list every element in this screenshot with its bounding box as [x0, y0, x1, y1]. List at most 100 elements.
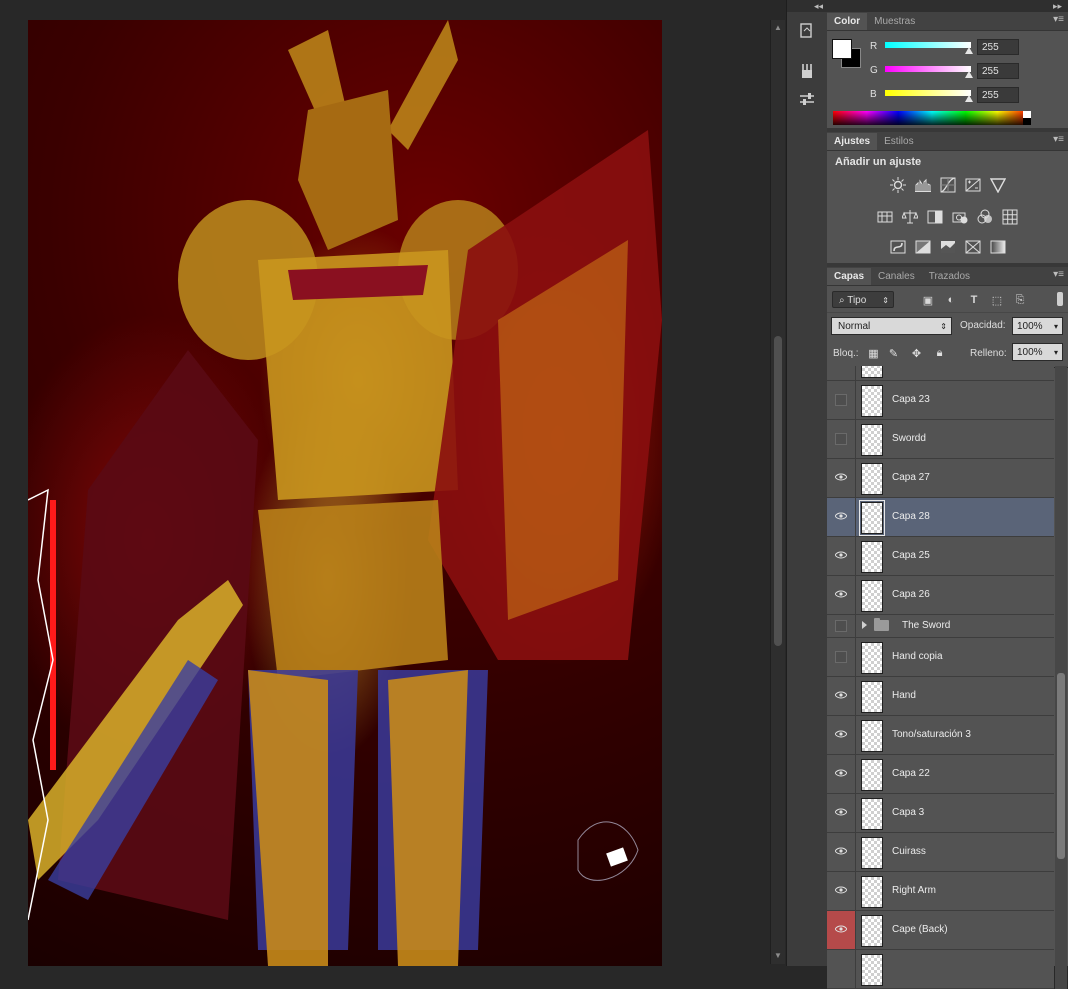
red-value-field[interactable]: 255: [977, 39, 1019, 55]
black-white-ramp[interactable]: [1023, 111, 1031, 125]
layer-row-partial[interactable]: [827, 366, 1054, 381]
color-spectrum-ramp[interactable]: [833, 111, 1031, 125]
visibility-toggle[interactable]: [827, 576, 856, 614]
fill-field[interactable]: 100% ▾: [1012, 343, 1063, 361]
channel-mixer-icon[interactable]: [975, 207, 995, 227]
layer-kind-filter[interactable]: ⌕ Tipo ⇕: [832, 291, 894, 308]
layers-scrollbar[interactable]: [1055, 366, 1067, 989]
layer-row[interactable]: Capa 26: [827, 576, 1054, 615]
layer-thumbnail[interactable]: [861, 759, 883, 791]
layer-row[interactable]: Capa 27: [827, 459, 1054, 498]
visibility-toggle[interactable]: [827, 755, 856, 793]
type-filter-icon[interactable]: T: [967, 293, 981, 307]
canvas-scroll-thumb[interactable]: [774, 336, 782, 646]
tab-paths[interactable]: Trazados: [922, 268, 977, 285]
layer-row[interactable]: Cuirass: [827, 833, 1054, 872]
visibility-toggle[interactable]: [827, 366, 856, 380]
visibility-toggle[interactable]: [827, 872, 856, 910]
filter-toggle-switch[interactable]: [1057, 292, 1063, 306]
layer-thumbnail[interactable]: [861, 915, 883, 947]
layer-row[interactable]: Hand: [827, 677, 1054, 716]
smart-object-filter-icon[interactable]: ⎘: [1013, 293, 1027, 307]
layer-group-row[interactable]: The Sword: [827, 615, 1054, 638]
tab-styles[interactable]: Estilos: [877, 133, 920, 150]
tab-layers[interactable]: Capas: [827, 268, 872, 285]
red-slider-thumb[interactable]: [965, 47, 973, 54]
foreground-color-swatch[interactable]: [832, 39, 852, 59]
visibility-toggle[interactable]: [827, 498, 856, 536]
invert-icon[interactable]: [888, 237, 908, 257]
panels-collapse-icon[interactable]: ▸▸: [827, 0, 1068, 12]
pixel-filter-icon[interactable]: ▣: [921, 293, 935, 307]
layer-row[interactable]: Capa 28: [827, 498, 1054, 537]
color-lookup-icon[interactable]: [1000, 207, 1020, 227]
layer-row[interactable]: Capa 25: [827, 537, 1054, 576]
color-balance-icon[interactable]: [900, 207, 920, 227]
layer-thumbnail[interactable]: [861, 798, 883, 830]
visibility-toggle[interactable]: [827, 420, 856, 458]
visibility-toggle[interactable]: [827, 716, 856, 754]
lock-all-icon[interactable]: 🔒︎: [933, 347, 946, 360]
layer-row[interactable]: Tono/saturación 3: [827, 716, 1054, 755]
tab-swatches[interactable]: Muestras: [867, 13, 922, 30]
collapse-dock-icon[interactable]: ◂◂: [787, 0, 827, 12]
vibrance-icon[interactable]: [988, 175, 1008, 195]
visibility-toggle[interactable]: [827, 381, 856, 419]
layers-scroll-thumb[interactable]: [1057, 673, 1065, 859]
visibility-toggle[interactable]: [827, 677, 856, 715]
layer-thumbnail[interactable]: [861, 876, 883, 908]
blue-channel-slider[interactable]: [885, 90, 971, 96]
exposure-icon[interactable]: [963, 175, 983, 195]
panel-menu-icon[interactable]: ▾≡: [1053, 269, 1064, 280]
visibility-toggle[interactable]: [827, 615, 856, 637]
layer-row[interactable]: Capa 3: [827, 794, 1054, 833]
visibility-toggle[interactable]: [827, 638, 856, 676]
visibility-toggle[interactable]: [827, 459, 856, 497]
shape-filter-icon[interactable]: ⬚: [990, 293, 1004, 307]
layer-row[interactable]: Cape (Back): [827, 911, 1054, 950]
history-icon[interactable]: [792, 20, 822, 42]
visibility-toggle[interactable]: [827, 833, 856, 871]
artwork-image[interactable]: [28, 20, 662, 966]
selective-color-icon[interactable]: [963, 237, 983, 257]
brush-presets-icon[interactable]: [792, 60, 822, 82]
layer-thumbnail[interactable]: [861, 424, 883, 456]
blue-value-field[interactable]: 255: [977, 87, 1019, 103]
posterize-icon[interactable]: [913, 237, 933, 257]
layer-thumbnail[interactable]: [861, 541, 883, 573]
tab-channels[interactable]: Canales: [871, 268, 922, 285]
hue-saturation-icon[interactable]: [875, 207, 895, 227]
lock-image-pixels-icon[interactable]: ✎: [887, 347, 900, 360]
layer-row-partial[interactable]: [827, 950, 1054, 989]
layer-thumbnail[interactable]: [861, 642, 883, 674]
blend-mode-select[interactable]: Normal ⇕: [831, 317, 952, 335]
black-white-icon[interactable]: [925, 207, 945, 227]
chevron-down-icon[interactable]: ▾: [1054, 318, 1058, 336]
tab-adjustments[interactable]: Ajustes: [827, 133, 878, 150]
photo-filter-icon[interactable]: [950, 207, 970, 227]
canvas-vertical-scrollbar[interactable]: ▲ ▼: [770, 20, 785, 964]
lock-transparent-pixels-icon[interactable]: ▦: [867, 347, 880, 360]
lock-position-icon[interactable]: ✥: [910, 347, 923, 360]
gradient-map-icon[interactable]: [988, 237, 1008, 257]
threshold-icon[interactable]: [938, 237, 958, 257]
visibility-toggle[interactable]: [827, 911, 856, 949]
visibility-toggle[interactable]: [827, 794, 856, 832]
layer-row[interactable]: Capa 23: [827, 381, 1054, 420]
layer-row[interactable]: Capa 22: [827, 755, 1054, 794]
tab-color[interactable]: Color: [827, 13, 868, 30]
green-value-field[interactable]: 255: [977, 63, 1019, 79]
layer-thumbnail[interactable]: [861, 385, 883, 417]
visibility-toggle[interactable]: [827, 537, 856, 575]
panel-menu-icon[interactable]: ▾≡: [1053, 134, 1064, 145]
layer-row[interactable]: Swordd: [827, 420, 1054, 459]
chevron-down-icon[interactable]: ▾: [1054, 344, 1058, 362]
document-canvas[interactable]: [0, 0, 770, 966]
curves-icon[interactable]: [938, 175, 958, 195]
visibility-toggle[interactable]: [827, 950, 856, 988]
layer-thumbnail[interactable]: [861, 720, 883, 752]
layer-thumbnail[interactable]: [859, 500, 885, 536]
expand-arrow-icon[interactable]: [862, 621, 867, 629]
layer-thumbnail[interactable]: [861, 837, 883, 869]
brightness-icon[interactable]: [888, 175, 908, 195]
